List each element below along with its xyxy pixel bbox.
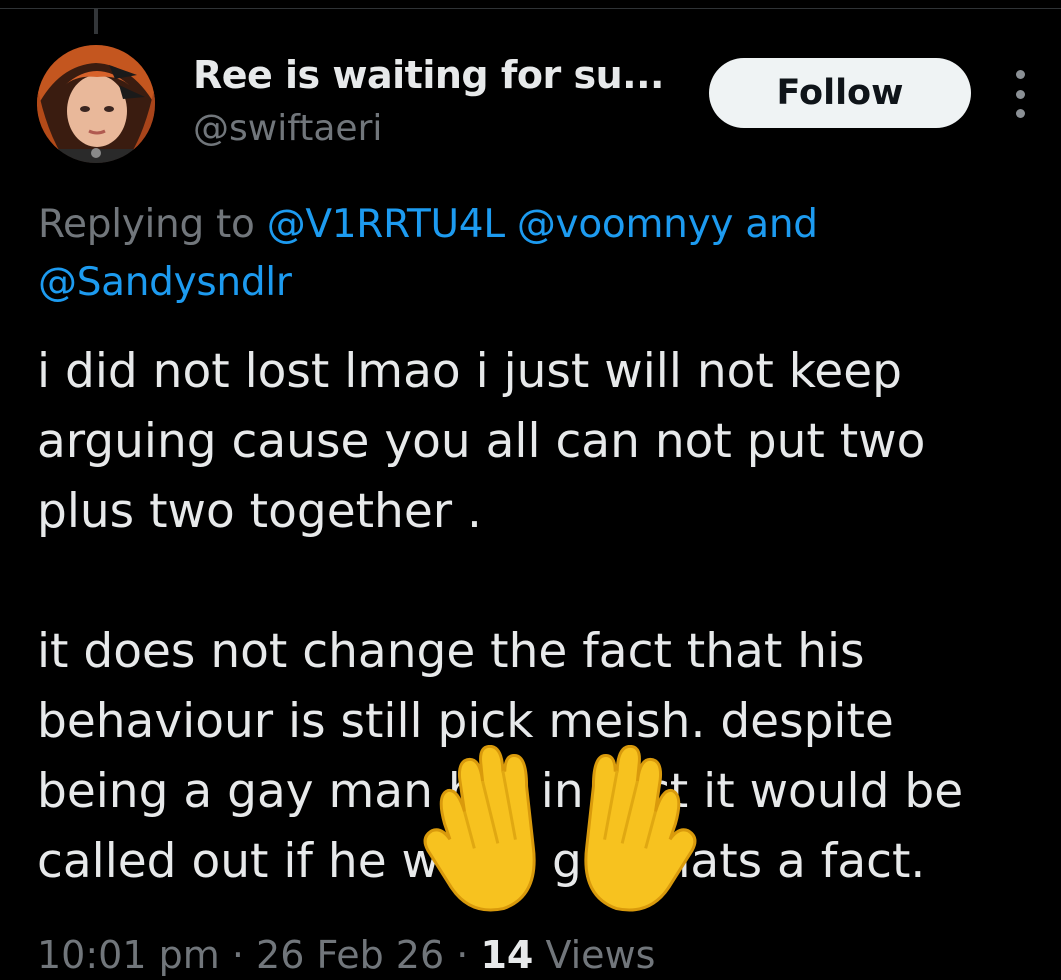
mention-conjunction[interactable]: and [745,202,818,247]
more-dot [1015,109,1025,118]
views-count: 14 [480,933,534,977]
user-handle[interactable]: @swiftaeri [193,104,382,154]
top-divider [0,8,1061,9]
meta-separator: · [456,933,469,977]
raised-hand-left-icon [423,744,536,912]
replying-to-line: Replying to @V1RRTU4L @voomnyy and @Sand… [38,196,1028,312]
raised-hands-emoji-icon [410,744,710,915]
follow-button[interactable]: Follow [709,58,971,128]
views-label: Views [545,933,656,977]
display-name[interactable]: Ree is waiting for su... [193,50,664,100]
mention-v1rrtu4l[interactable]: @V1RRTU4L [267,202,505,247]
more-dot [1015,70,1025,79]
thread-connector-line [94,8,98,34]
replying-to-label: Replying to [38,202,255,247]
avatar[interactable] [37,45,155,163]
more-dot [1015,89,1025,99]
tweet-time[interactable]: 10:01 pm [37,933,220,977]
meta-separator: · [231,933,244,977]
more-vertical-icon[interactable] [1002,70,1038,118]
mention-sandysndlr[interactable]: @Sandysndlr [38,260,292,305]
raised-hand-right-icon [584,744,697,912]
tweet-paragraph-1: i did not lost lmao i just will not keep… [37,344,926,539]
tweet-date[interactable]: 26 Feb 26 [256,933,444,977]
mention-voomnyy[interactable]: @voomnyy [517,202,734,247]
